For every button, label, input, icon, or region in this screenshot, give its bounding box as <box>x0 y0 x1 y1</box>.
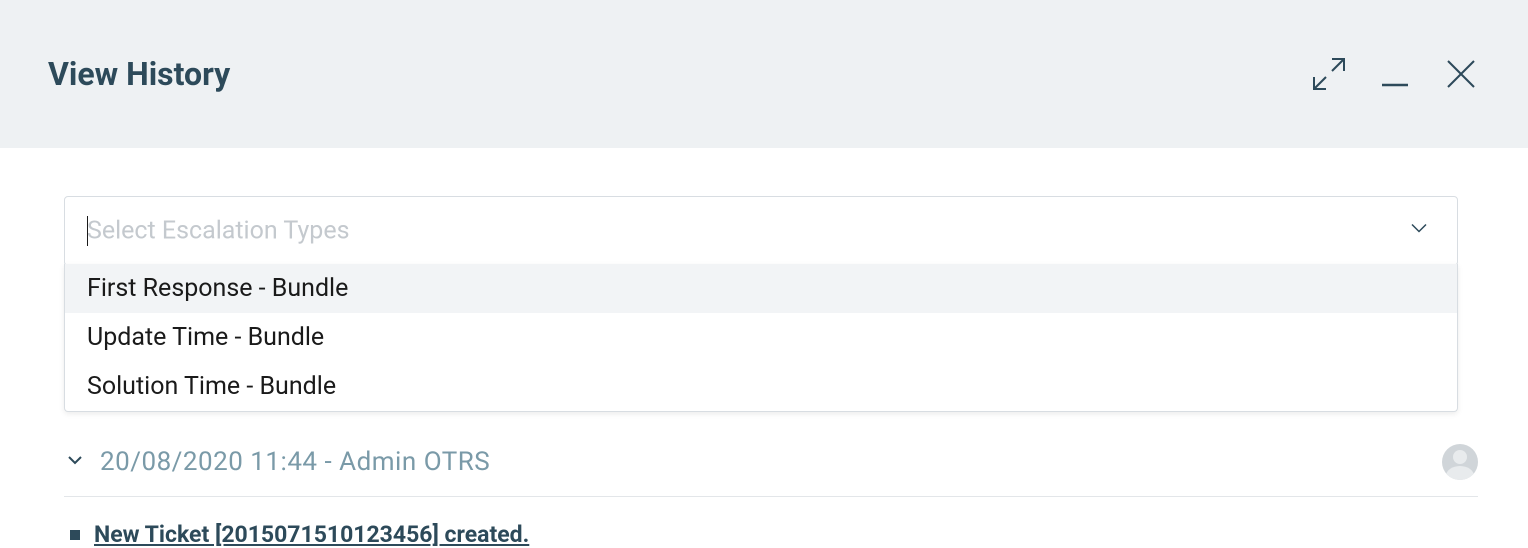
expand-icon[interactable] <box>1310 55 1348 93</box>
dialog-header: View History <box>0 0 1528 148</box>
chevron-down-icon <box>1407 216 1431 247</box>
dropdown-option[interactable]: Solution Time - Bundle <box>65 362 1457 411</box>
header-actions <box>1310 55 1480 93</box>
content-area: 20/08/2020 11:44 - Admin OTRS New Ticket… <box>0 148 1528 266</box>
select-placeholder: Select Escalation Types <box>87 217 349 246</box>
text-cursor <box>87 216 88 246</box>
chevron-down-icon <box>64 449 86 475</box>
history-event-link[interactable]: New Ticket [2015071510123456] created. <box>94 521 529 548</box>
escalation-type-select[interactable]: Select Escalation Types First Response -… <box>64 196 1458 266</box>
history-event-row: New Ticket [2015071510123456] created. <box>64 521 1478 548</box>
escalation-type-dropdown: First Response - Bundle Update Time - Bu… <box>64 264 1458 412</box>
dropdown-option[interactable]: Update Time - Bundle <box>65 313 1457 362</box>
history-entry-meta: 20/08/2020 11:44 - Admin OTRS <box>100 447 1442 477</box>
close-icon[interactable] <box>1442 55 1480 93</box>
history-entry-row[interactable]: 20/08/2020 11:44 - Admin OTRS <box>64 436 1478 497</box>
escalation-type-input[interactable]: Select Escalation Types <box>64 196 1458 266</box>
minimize-icon[interactable] <box>1376 55 1414 93</box>
dropdown-option[interactable]: First Response - Bundle <box>65 264 1457 313</box>
page-title: View History <box>48 55 230 93</box>
bullet-icon <box>70 530 80 540</box>
avatar <box>1442 444 1478 480</box>
